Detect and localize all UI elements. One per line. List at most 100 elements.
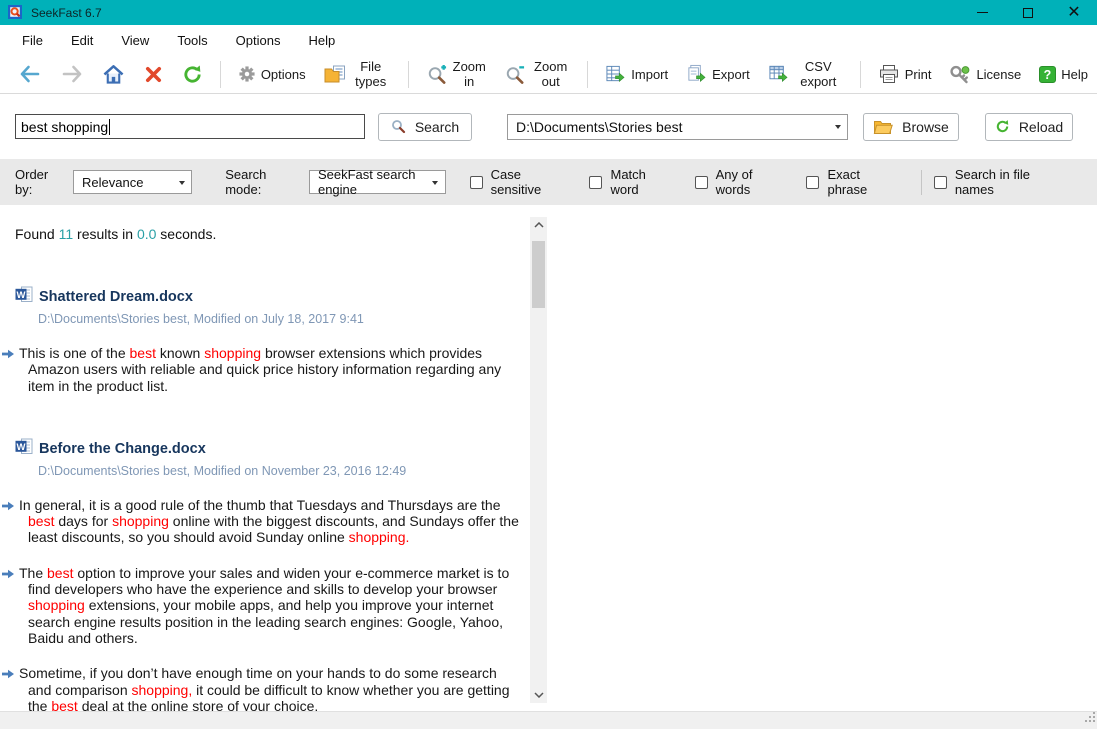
file-types-button[interactable]: File types bbox=[315, 55, 400, 93]
word-doc-icon: W bbox=[15, 438, 33, 460]
license-icon bbox=[949, 64, 971, 84]
checkbox-icon bbox=[695, 176, 708, 189]
toolbar-separator bbox=[860, 61, 861, 88]
search-mode-dropdown[interactable]: SeekFast search engine bbox=[309, 170, 446, 194]
menu-view[interactable]: View bbox=[107, 27, 163, 54]
search-button-label: Search bbox=[415, 119, 459, 135]
zoom-in-button[interactable]: Zoom in bbox=[417, 55, 495, 93]
menubar: FileEditViewToolsOptionsHelp bbox=[0, 25, 1097, 55]
titlebar: SeekFast 6.7 ✕ bbox=[0, 0, 1097, 25]
import-button[interactable]: Import bbox=[596, 60, 677, 88]
maximize-button[interactable] bbox=[1005, 0, 1051, 25]
zoomout-icon bbox=[504, 64, 526, 85]
checkbox-exact-phrase[interactable]: Exact phrase bbox=[806, 167, 889, 197]
checkbox-any-of-words[interactable]: Any of words bbox=[695, 167, 777, 197]
back-icon bbox=[18, 63, 42, 85]
resize-grip[interactable] bbox=[1084, 710, 1096, 728]
status-bar bbox=[0, 711, 1097, 729]
scroll-down-icon[interactable] bbox=[530, 687, 547, 703]
toolbar-separator bbox=[220, 61, 221, 88]
main-area: Found 11 results in 0.0 seconds. WShatte… bbox=[0, 205, 1097, 711]
search-input[interactable]: best shopping bbox=[15, 114, 365, 139]
checkbox-search-in-file-names[interactable]: Search in file names bbox=[934, 167, 1052, 197]
app-window: SeekFast 6.7 ✕ FileEditViewToolsOptionsH… bbox=[0, 0, 1097, 729]
reload-button[interactable]: Reload bbox=[985, 113, 1073, 141]
search-time: 0.0 bbox=[137, 226, 156, 242]
menu-tools[interactable]: Tools bbox=[163, 27, 221, 54]
reload-icon bbox=[995, 119, 1010, 134]
checkbox-match-word[interactable]: Match word bbox=[589, 167, 664, 197]
zoom-in-button-label: Zoom in bbox=[453, 59, 486, 89]
print-button[interactable]: Print bbox=[869, 60, 941, 88]
license-button-label: License bbox=[976, 67, 1021, 82]
preview-pane bbox=[553, 205, 1097, 711]
csv-export-button[interactable]: CSV export bbox=[759, 55, 852, 93]
close-icon: ✕ bbox=[1067, 5, 1080, 21]
refresh-icon bbox=[182, 64, 203, 85]
home-icon bbox=[102, 63, 125, 85]
minimize-icon bbox=[977, 12, 988, 13]
menu-help[interactable]: Help bbox=[294, 27, 349, 54]
results-list: WShattered Dream.docxD:\Documents\Storie… bbox=[15, 286, 525, 711]
checkbox-icon bbox=[934, 176, 947, 189]
search-row: best shopping Search D:\Documents\Storie… bbox=[0, 94, 1097, 159]
back-button[interactable] bbox=[9, 59, 51, 89]
forward-button[interactable] bbox=[51, 59, 93, 89]
scrollbar-thumb[interactable] bbox=[532, 241, 545, 308]
result-snippet: The best option to improve your sales an… bbox=[15, 565, 520, 646]
svg-text:W: W bbox=[17, 290, 26, 301]
window-title: SeekFast 6.7 bbox=[31, 6, 102, 20]
home-button[interactable] bbox=[93, 59, 134, 89]
menu-options[interactable]: Options bbox=[222, 27, 295, 54]
result-file-title[interactable]: Shattered Dream.docx bbox=[39, 289, 193, 305]
refresh-button[interactable] bbox=[173, 60, 212, 89]
order-by-value: Relevance bbox=[82, 175, 143, 190]
menu-edit[interactable]: Edit bbox=[57, 27, 107, 54]
minimize-button[interactable] bbox=[959, 0, 1005, 25]
options-button[interactable]: Options bbox=[229, 61, 315, 87]
highlighted-term: best bbox=[28, 513, 54, 529]
browse-button[interactable]: Browse bbox=[863, 113, 959, 141]
close-button[interactable]: ✕ bbox=[1051, 0, 1097, 25]
print-icon bbox=[878, 64, 900, 84]
license-button[interactable]: License bbox=[940, 60, 1030, 88]
snippet-text: option to improve your sales and widen y… bbox=[28, 565, 509, 597]
order-by-dropdown[interactable]: Relevance bbox=[73, 170, 192, 194]
highlighted-term: best bbox=[47, 565, 73, 581]
chevron-down-icon[interactable] bbox=[172, 171, 191, 193]
result-title-row[interactable]: W Before the Change.docx bbox=[15, 438, 525, 460]
chevron-down-icon[interactable] bbox=[426, 171, 445, 193]
snippet-text: In general, it is a good rule of the thu… bbox=[19, 497, 500, 513]
filetypes-icon bbox=[324, 65, 346, 84]
highlighted-term: shopping bbox=[112, 513, 169, 529]
svg-text:W: W bbox=[17, 442, 26, 453]
checkbox-case-sensitive[interactable]: Case sensitive bbox=[470, 167, 560, 197]
path-dropdown[interactable]: D:\Documents\Stories best bbox=[507, 114, 848, 140]
filter-separator bbox=[921, 170, 922, 195]
help-button[interactable]: ?Help bbox=[1030, 62, 1097, 87]
zoom-out-button[interactable]: Zoom out bbox=[495, 55, 580, 93]
search-mode-value: SeekFast search engine bbox=[318, 167, 423, 197]
checkbox-label: Case sensitive bbox=[491, 167, 560, 197]
snippet-text: known bbox=[156, 345, 204, 361]
snippet-text: deal at the online store of your choice. bbox=[78, 698, 318, 711]
maximize-icon bbox=[1023, 8, 1033, 18]
result-snippet: In general, it is a good rule of the thu… bbox=[15, 497, 520, 546]
search-query-text: best shopping bbox=[21, 119, 108, 135]
menu-file[interactable]: File bbox=[8, 27, 57, 54]
chevron-down-icon[interactable] bbox=[828, 115, 847, 139]
export-button[interactable]: Export bbox=[677, 60, 759, 88]
result-file-title[interactable]: Before the Change.docx bbox=[39, 441, 206, 457]
result-snippet: This is one of the best known shopping b… bbox=[15, 345, 520, 394]
stop-button[interactable] bbox=[134, 60, 173, 89]
results-scrollbar[interactable] bbox=[530, 217, 547, 703]
snippet-text: extensions, your mobile apps, and help y… bbox=[28, 597, 503, 646]
result-title-row[interactable]: W Shattered Dream.docx bbox=[15, 286, 525, 308]
result-item: WBefore the Change.docxD:\Documents\Stor… bbox=[15, 438, 525, 711]
search-button[interactable]: Search bbox=[378, 113, 472, 141]
scroll-up-icon[interactable] bbox=[530, 217, 547, 233]
browse-button-label: Browse bbox=[902, 119, 949, 135]
toolbar-separator bbox=[408, 61, 409, 88]
search-icon bbox=[391, 119, 406, 134]
checkbox-label: Search in file names bbox=[955, 167, 1052, 197]
